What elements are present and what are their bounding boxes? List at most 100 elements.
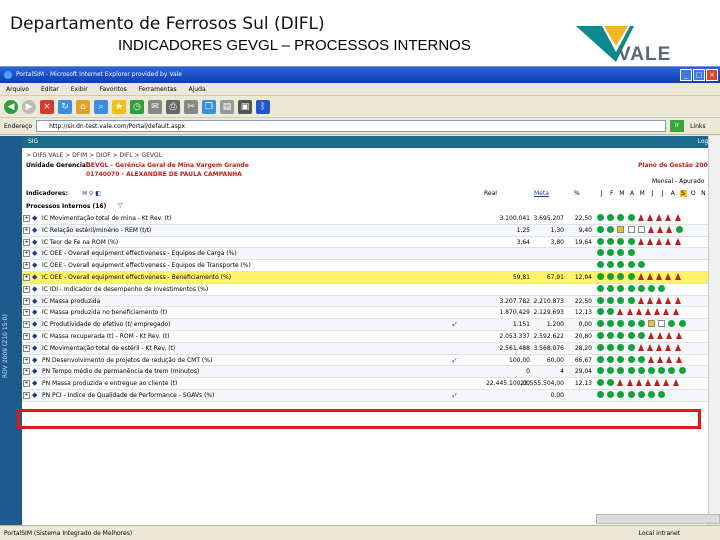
chart-icon[interactable]: ᵩᵞ (452, 321, 457, 328)
table-row[interactable]: + ◆ IC Movimentação total de mina - Kt Rev… (22, 213, 720, 225)
menu-ferramentas[interactable]: Ferramentas (139, 83, 177, 95)
expand-icon[interactable]: + (23, 332, 30, 340)
status-green-icon (607, 272, 615, 280)
table-row[interactable]: + ◆ IC IDI - Indicador de desempenho de in… (22, 284, 720, 296)
expand-icon[interactable]: + (23, 368, 30, 376)
indicator-icon: ◆ (32, 296, 38, 305)
row-pct: 19,64 (574, 238, 592, 246)
home-icon[interactable]: ⌂ (76, 99, 90, 114)
status-green-icon (627, 214, 635, 221)
column-meta[interactable]: Meta (534, 190, 549, 197)
go-button[interactable]: Ir (670, 120, 685, 132)
row-name[interactable]: PN Tempo médio de permanência de trem (m… (42, 368, 462, 375)
group-filter-icon[interactable]: ▽ (118, 202, 123, 209)
row-name[interactable]: PN Massa produzida e entregue ao cliente… (42, 380, 462, 387)
status-green-icon (617, 261, 625, 269)
row-name[interactable]: IC OEE - Overall equipment effectiveness… (42, 274, 462, 281)
expand-icon[interactable]: + (23, 273, 30, 281)
expand-icon[interactable]: + (23, 321, 30, 329)
expand-icon[interactable]: + (23, 309, 30, 317)
table-row[interactable]: + ◆ IC OEE - Overall equipment effectivene… (22, 260, 720, 272)
maximize-button[interactable]: □ (693, 69, 705, 81)
row-name[interactable]: IC Massa produzida no beneficiamento (t) (42, 309, 462, 316)
row-name[interactable]: IC OEE - Overall equipment effectiveness… (42, 262, 462, 269)
vertical-scrollbar[interactable] (708, 136, 720, 525)
slide-subtitle: INDICADORES GEVGL – PROCESSOS INTERNOS (118, 37, 471, 54)
expand-icon[interactable]: + (23, 215, 30, 222)
row-name[interactable]: IC Produtividade do efetivo (t/ empregad… (42, 321, 462, 328)
expand-icon[interactable]: + (23, 297, 30, 305)
expand-icon[interactable]: + (23, 285, 30, 293)
table-row[interactable]: + ◆ IC Movimentação total de estéril - Kt … (22, 342, 720, 355)
mail-icon[interactable]: ✉ (148, 99, 162, 114)
table-row[interactable]: + ◆ IC Massa produzida no beneficiamento (… (22, 307, 720, 320)
table-row[interactable]: + ◆ IC Produtividade do efetivo (t/ empreg… (22, 319, 720, 331)
table-row[interactable]: + ◆ PN Desenvolvimento de projetos de redu… (22, 355, 720, 367)
paste-icon[interactable]: ▤ (220, 99, 234, 114)
expand-icon[interactable]: + (23, 226, 30, 234)
month-header: J (661, 190, 664, 197)
links-label[interactable]: Links (690, 123, 705, 130)
address-input[interactable]: http://sir.dn-test.vale.com/Portal/defau… (36, 120, 667, 132)
breadcrumb[interactable]: > DIFS VALE > DFIM > DIOF > DIFL > GEVGL (26, 152, 162, 159)
expand-icon[interactable]: + (23, 250, 30, 258)
table-row[interactable]: + ◆ IC Relação estéril/minério - REM (t/t)… (22, 224, 720, 237)
row-name[interactable]: PN PCI - Índice de Qualidade de Performa… (42, 392, 462, 399)
group-row[interactable]: Processos Internos (16) ▽ (22, 201, 720, 212)
search-icon[interactable]: ⌕ (94, 99, 108, 114)
table-row[interactable]: + ◆ PN PCI - Índice de Qualidade de Perfor… (22, 389, 720, 402)
table-row[interactable]: + ◆ IC Massa produzida 3.207.782 2.210.873 22… (22, 295, 720, 308)
table-row[interactable]: + ◆ IC OEE - Overall equipment effectivene… (22, 271, 720, 284)
expand-icon[interactable]: + (23, 238, 30, 246)
cut-icon[interactable]: ✂ (184, 99, 198, 114)
row-name[interactable]: IC IDI - Indicador de desempenho de inve… (42, 286, 462, 293)
menu-editar[interactable]: Editar (41, 83, 59, 95)
table-row[interactable]: + ◆ IC Teor de Fe na ROM (%) 3,64 3,80 19,64 (22, 237, 720, 249)
copy-icon[interactable]: ❐ (202, 99, 216, 114)
row-name[interactable]: PN Desenvolvimento de projetos de reduçã… (42, 357, 462, 364)
back-icon[interactable]: ◀ (4, 99, 18, 114)
row-name[interactable]: IC Movimentação total de mina - Kt Rev. … (42, 215, 462, 222)
expand-icon[interactable]: + (23, 344, 30, 352)
chart-icon[interactable]: ᵩᵞ (452, 357, 457, 364)
status-green-icon (607, 296, 615, 304)
menu-arquivo[interactable]: Arquivo (6, 83, 29, 95)
row-name[interactable]: IC Movimentação total de estéril - Kt Re… (42, 345, 462, 352)
row-name[interactable]: IC Relação estéril/minério - REM (t/t) (42, 227, 462, 234)
row-name[interactable]: IC Teor de Fe na ROM (%) (42, 239, 462, 246)
table-row[interactable]: + ◆ PN Tempo médio de permanência de trem … (22, 366, 720, 379)
expand-icon[interactable]: + (23, 391, 30, 399)
refresh-icon[interactable]: ↻ (58, 99, 72, 114)
minimize-button[interactable]: _ (680, 69, 692, 81)
close-button[interactable]: × (706, 69, 718, 81)
print-icon[interactable]: ⎙ (166, 99, 180, 114)
row-name[interactable]: IC Massa produzida (42, 298, 462, 305)
bluetooth-icon[interactable]: ᛒ (256, 99, 270, 114)
status-red-icon (675, 355, 682, 363)
row-meta: 3.568.076 (533, 344, 564, 352)
expand-icon[interactable]: + (23, 356, 30, 364)
menu-exibir[interactable]: Exibir (71, 83, 88, 95)
filter-icons[interactable]: ✉ ⚲ ◧ (82, 190, 101, 197)
favorites-icon[interactable]: ★ (112, 99, 126, 114)
menu-favoritos[interactable]: Favoritos (100, 83, 127, 95)
forward-icon[interactable]: ▶ (22, 99, 36, 114)
row-name[interactable]: IC Massa recuperada (t) - ROM - Kt Rev. … (42, 333, 462, 340)
status-green-icon (617, 284, 625, 292)
status-green-icon (617, 296, 625, 304)
row-name[interactable]: IC OEE - Overall equipment effectiveness… (42, 250, 462, 257)
table-row[interactable]: + ◆ IC Massa recuperada (t) - ROM - Kt Rev… (22, 331, 720, 343)
stop-icon[interactable]: × (40, 99, 54, 114)
save-icon[interactable]: ▣ (238, 99, 252, 114)
status-empty-icon (637, 225, 645, 233)
status-red-icon (663, 379, 670, 387)
history-icon[interactable]: ◷ (130, 99, 144, 114)
table-row[interactable]: + ◆ IC OEE - Overall equipment effectivene… (22, 248, 720, 261)
table-row[interactable]: + ◆ PN Massa produzida e entregue ao clien… (22, 378, 720, 390)
chart-icon[interactable]: ᵩᵞ (452, 392, 457, 399)
expand-icon[interactable]: + (23, 262, 30, 270)
expand-icon[interactable]: + (23, 380, 30, 388)
horizontal-scrollbar[interactable] (596, 514, 720, 524)
status-green-icon (658, 390, 666, 398)
menu-ajuda[interactable]: Ajuda (189, 83, 206, 95)
